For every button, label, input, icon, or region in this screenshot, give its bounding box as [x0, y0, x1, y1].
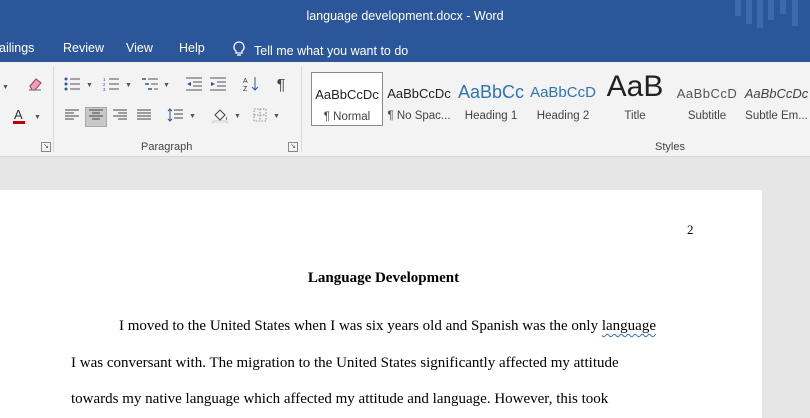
numbering-icon: 123	[103, 77, 119, 96]
style-heading-2[interactable]: AaBbCcD Heading 2	[527, 72, 599, 126]
title-decoration	[780, 0, 786, 14]
paragraph-group-label: Paragraph	[141, 141, 193, 153]
page-number: 2	[687, 222, 694, 237]
bullets-icon	[64, 77, 80, 96]
svg-text:Z: Z	[243, 86, 248, 93]
pilcrow-icon: ¶	[276, 77, 286, 94]
eraser-icon	[27, 76, 43, 97]
numbering-button[interactable]: 123	[100, 76, 122, 96]
style-title[interactable]: AaB Title	[599, 70, 671, 126]
svg-text:A: A	[14, 107, 23, 122]
style-heading-1[interactable]: AaBbCc Heading 1	[455, 72, 527, 126]
style-name: Title	[624, 110, 646, 122]
align-left-button[interactable]	[61, 107, 83, 127]
tell-me-search[interactable]: Tell me what you want to do	[232, 41, 408, 60]
font-dialog-launcher-icon[interactable]: ↘	[41, 142, 51, 152]
document-line: I moved to the United States when I was …	[119, 318, 656, 335]
style-subtle-emphasis[interactable]: AaBbCcDc Subtle Em...	[743, 72, 810, 126]
increase-indent-icon	[210, 77, 226, 96]
line-spacing-button[interactable]	[164, 107, 186, 127]
align-center-button[interactable]	[85, 107, 107, 127]
style-name: Subtitle	[687, 110, 727, 122]
tab-view[interactable]: View	[126, 41, 153, 55]
title-decoration	[768, 0, 774, 20]
ribbon-tabs: ailings Review View Help Tell me what yo…	[0, 36, 810, 62]
dropdown-caret-icon[interactable]: ▼	[2, 84, 9, 91]
style-name: Subtle Em...	[745, 110, 808, 122]
title-decoration	[757, 0, 763, 28]
svg-text:3: 3	[103, 87, 106, 91]
style-sample: AaBbCcDc	[387, 86, 451, 101]
group-separator	[301, 66, 302, 152]
title-bar: language development.docx - Word	[0, 0, 810, 36]
sort-button[interactable]: AZ	[240, 76, 262, 96]
shading-button[interactable]	[209, 107, 231, 127]
sort-az-icon: AZ	[242, 75, 260, 98]
increase-indent-button[interactable]	[207, 76, 229, 96]
align-center-icon	[89, 108, 103, 126]
title-decoration	[746, 0, 752, 24]
line-spacing-icon	[167, 107, 183, 127]
clear-formatting-button[interactable]	[24, 76, 46, 96]
lightbulb-icon	[232, 41, 246, 60]
document-page[interactable]: 2 Language Development I moved to the Un…	[0, 190, 762, 418]
font-color-icon: A	[11, 107, 27, 130]
style-sample: AaBbCcD	[530, 84, 596, 101]
bullets-button[interactable]	[61, 76, 83, 96]
align-right-button[interactable]	[109, 107, 131, 127]
style-sample: AaBbCc	[457, 82, 525, 102]
style-subtitle[interactable]: AaBbCcD Subtitle	[671, 72, 743, 126]
style-sample: AaBbCcD	[676, 86, 738, 101]
svg-text:A: A	[243, 78, 248, 85]
paint-bucket-icon	[212, 107, 228, 128]
style-normal[interactable]: AaBbCcDc ¶ Normal	[311, 72, 383, 126]
title-decoration	[792, 0, 798, 26]
document-heading: Language Development	[307, 270, 460, 286]
group-separator	[53, 66, 54, 152]
ribbon: A ▼ ▼ ↘ ▼ 123 ▼ ▼ AZ ¶ ▼ ▼ ▼ Paragraph ↘…	[0, 62, 810, 157]
line-text: I moved to the United States when I was …	[119, 318, 602, 334]
font-color-button[interactable]: A	[8, 107, 30, 130]
align-right-icon	[113, 108, 127, 126]
style-sample: AaBbCcDc	[315, 87, 379, 102]
show-formatting-button[interactable]: ¶	[270, 76, 292, 96]
window-title: language development.docx - Word	[306, 9, 504, 23]
shading-dropdown-icon[interactable]: ▼	[234, 113, 241, 120]
borders-button[interactable]	[249, 107, 271, 127]
decrease-indent-button[interactable]	[183, 76, 205, 96]
numbering-dropdown-icon[interactable]: ▼	[125, 82, 132, 89]
borders-icon	[253, 108, 267, 127]
style-name: ¶ Normal	[323, 111, 371, 123]
tell-me-text: Tell me what you want to do	[254, 43, 409, 58]
spelling-flagged-word[interactable]: language	[602, 318, 656, 334]
paragraph-dialog-launcher-icon[interactable]: ↘	[288, 142, 298, 152]
align-left-icon	[65, 108, 79, 126]
tab-review[interactable]: Review	[63, 41, 104, 55]
style-no-spacing[interactable]: AaBbCcDc ¶ No Spac...	[383, 72, 455, 126]
tab-help[interactable]: Help	[179, 41, 205, 55]
multilevel-list-button[interactable]	[139, 76, 161, 96]
styles-group-label: Styles	[655, 141, 685, 153]
style-sample: AaB	[606, 70, 664, 103]
font-color-dropdown-icon[interactable]: ▼	[34, 114, 41, 121]
style-name: ¶ No Spac...	[387, 110, 451, 122]
style-name: Heading 2	[536, 110, 590, 122]
style-name: Heading 1	[464, 110, 518, 122]
document-line: towards my native language which affecte…	[71, 391, 609, 407]
multilevel-dropdown-icon[interactable]: ▼	[163, 82, 170, 89]
justify-button[interactable]	[133, 107, 155, 127]
decrease-indent-icon	[186, 77, 202, 96]
style-sample: AaBbCcDc	[744, 86, 809, 101]
title-decoration	[735, 0, 741, 16]
multilevel-list-icon	[142, 77, 158, 96]
justify-icon	[137, 108, 151, 126]
tab-mailings[interactable]: ailings	[0, 41, 34, 55]
line-spacing-dropdown-icon[interactable]: ▼	[189, 113, 196, 120]
bullets-dropdown-icon[interactable]: ▼	[86, 82, 93, 89]
borders-dropdown-icon[interactable]: ▼	[273, 113, 280, 120]
document-line: I was conversant with. The migration to …	[71, 355, 619, 371]
